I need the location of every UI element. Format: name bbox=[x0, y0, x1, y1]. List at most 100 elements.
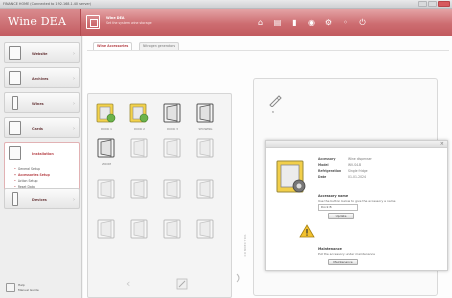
empty-slot-icon bbox=[196, 219, 214, 239]
edit-icon[interactable] bbox=[176, 278, 188, 290]
accessory-dialog: × Accessory Wine dispenser Model WV-S4-B… bbox=[265, 140, 448, 271]
detail-label-refrigeration: Refrigeration bbox=[318, 169, 342, 173]
bottle-icon[interactable]: ▮ bbox=[290, 18, 299, 28]
update-name-button[interactable]: Update bbox=[328, 213, 354, 219]
sidebar-item-devices[interactable]: Devices › bbox=[4, 188, 80, 209]
dock-active-icon bbox=[96, 103, 116, 123]
accessory-slot-empty[interactable] bbox=[159, 178, 186, 202]
help-icon[interactable]: ◦ bbox=[341, 18, 350, 28]
accessory-tile-dock-2[interactable]: DOCK 2 bbox=[126, 102, 153, 131]
sidebar-item-label: Installation bbox=[32, 152, 54, 156]
bell-icon[interactable]: ◉ bbox=[307, 18, 316, 28]
chevron-right-icon: › bbox=[73, 101, 75, 107]
accessory-slot-empty[interactable] bbox=[159, 218, 186, 242]
accessory-tile-showing[interactable]: SHOWING bbox=[192, 102, 219, 131]
accessory-slot-empty[interactable] bbox=[192, 178, 219, 202]
accessory-tile-dock-1[interactable]: DOCK 1 bbox=[93, 102, 120, 131]
cards-icon bbox=[9, 121, 21, 135]
app-window: FINANCE HOME (Connected to 192.168.1.40 … bbox=[0, 0, 452, 298]
tile-label: DOCK 1 bbox=[101, 127, 112, 131]
tile-label: DOCK 2 bbox=[134, 127, 145, 131]
accessory-slot-empty[interactable] bbox=[192, 218, 219, 242]
home-icon[interactable]: ⌂ bbox=[256, 18, 265, 28]
empty-slot-icon bbox=[163, 179, 181, 199]
sidebar-item-label: Archives bbox=[32, 77, 49, 81]
power-icon[interactable]: ⏻ bbox=[358, 18, 367, 28]
help-link[interactable]: Help Manual Guide bbox=[4, 281, 80, 296]
sidebar-item-cards[interactable]: Cards › bbox=[4, 117, 80, 138]
close-window-button[interactable] bbox=[438, 1, 450, 7]
minimize-button[interactable] bbox=[418, 1, 427, 7]
accessory-name-desc: Use the button below to give the accesso… bbox=[318, 199, 396, 203]
sidebar-item-label: Website bbox=[32, 52, 48, 56]
empty-slot-icon bbox=[196, 179, 214, 199]
sidebar-item-website[interactable]: Website › bbox=[4, 42, 80, 63]
installation-icon bbox=[9, 146, 21, 160]
subitem-action-setup[interactable]: Action Setup bbox=[14, 179, 38, 183]
warning-icon bbox=[299, 224, 315, 238]
brand-logo: Wine DEA bbox=[0, 9, 81, 36]
chevron-right-icon: › bbox=[73, 51, 75, 57]
devices-icon bbox=[12, 192, 18, 206]
archives-icon bbox=[9, 71, 21, 85]
accessory-slot-empty[interactable] bbox=[192, 137, 219, 161]
accessory-slot-empty[interactable] bbox=[159, 137, 186, 161]
subitem-accessories-setup[interactable]: Accessories Setup bbox=[14, 173, 50, 177]
tab-divider bbox=[87, 50, 449, 51]
maintenance-button[interactable]: Maintenance bbox=[328, 259, 358, 265]
maintenance-desc: Put the accessory under maintenance bbox=[318, 252, 375, 256]
detail-value-refrigeration: Single fridge bbox=[348, 169, 368, 173]
tab-wine-accessories[interactable]: Wine Accessories bbox=[93, 42, 133, 50]
connector-icon bbox=[236, 273, 240, 283]
maximize-button[interactable] bbox=[428, 1, 437, 7]
empty-slot-icon bbox=[97, 179, 115, 199]
accessory-tile-dock-3[interactable]: DOCK 3 bbox=[159, 102, 186, 131]
empty-slot-icon bbox=[97, 219, 115, 239]
brand-name: Wine DEA bbox=[8, 15, 67, 28]
gear-icon[interactable]: ⚙ bbox=[324, 18, 333, 28]
sidebar-item-label: Wines bbox=[32, 102, 44, 106]
dock-icon bbox=[97, 138, 115, 158]
detail-label-date: Date bbox=[318, 175, 327, 179]
title-bar: FINANCE HOME (Connected to 192.168.1.40 … bbox=[0, 0, 452, 9]
page-prev-icon[interactable]: ‹ bbox=[126, 277, 130, 290]
tile-label: ZOOM bbox=[102, 162, 111, 166]
sidebar-item-label: Cards bbox=[32, 127, 43, 131]
pen-icon bbox=[269, 95, 282, 107]
header-title: Wine DEA bbox=[106, 16, 125, 20]
sidebar-item-wines[interactable]: Wines › bbox=[4, 92, 80, 113]
sidebar-item-archives[interactable]: Archives › bbox=[4, 67, 80, 88]
empty-slot-icon bbox=[130, 179, 148, 199]
accessory-slot-empty[interactable] bbox=[126, 178, 153, 202]
subitem-general-setup[interactable]: General Setup bbox=[14, 167, 40, 171]
accessory-slot-empty[interactable] bbox=[93, 178, 120, 202]
empty-slot-icon bbox=[130, 138, 148, 158]
detail-value-model: WV-S4-B bbox=[348, 163, 362, 167]
accessory-name-input[interactable]: Dock B bbox=[318, 204, 358, 211]
tile-label: DOCK 3 bbox=[167, 127, 178, 131]
wines-icon bbox=[12, 96, 18, 110]
dialog-titlebar: × bbox=[266, 141, 447, 148]
tab-nitrogen-generators[interactable]: Nitrogen generators bbox=[139, 42, 180, 50]
accessory-tile-zoom[interactable]: ZOOM bbox=[93, 137, 120, 166]
header-subtitle: Set the system wine storage bbox=[106, 21, 152, 25]
showcase-icon bbox=[196, 103, 214, 123]
empty-slot-icon bbox=[163, 138, 181, 158]
cabinet-icon[interactable]: ▤ bbox=[273, 18, 282, 28]
empty-slot-icon bbox=[163, 219, 181, 239]
chevron-right-icon: › bbox=[73, 76, 75, 82]
website-icon bbox=[9, 46, 21, 60]
close-icon[interactable]: × bbox=[440, 141, 444, 147]
detail-value-date: 01-01-2024 bbox=[348, 175, 366, 179]
chevron-right-icon: › bbox=[73, 197, 75, 203]
accessory-name-title: Accessory name bbox=[318, 194, 349, 198]
accessory-slot-empty[interactable] bbox=[126, 218, 153, 242]
accessory-slot-empty[interactable] bbox=[126, 137, 153, 161]
sidebar-item-label: Devices bbox=[32, 198, 47, 202]
detail-label-model: Model bbox=[318, 163, 329, 167]
accessories-panel: DOCK 1 DOCK 2 DOCK 3 SHOWING ZOOM ‹ bbox=[87, 93, 232, 298]
accessory-slot-empty[interactable] bbox=[93, 218, 120, 242]
section-icon bbox=[86, 15, 100, 29]
detail-panel-label: B bbox=[272, 110, 275, 114]
maintenance-title: Maintenance bbox=[318, 247, 342, 251]
